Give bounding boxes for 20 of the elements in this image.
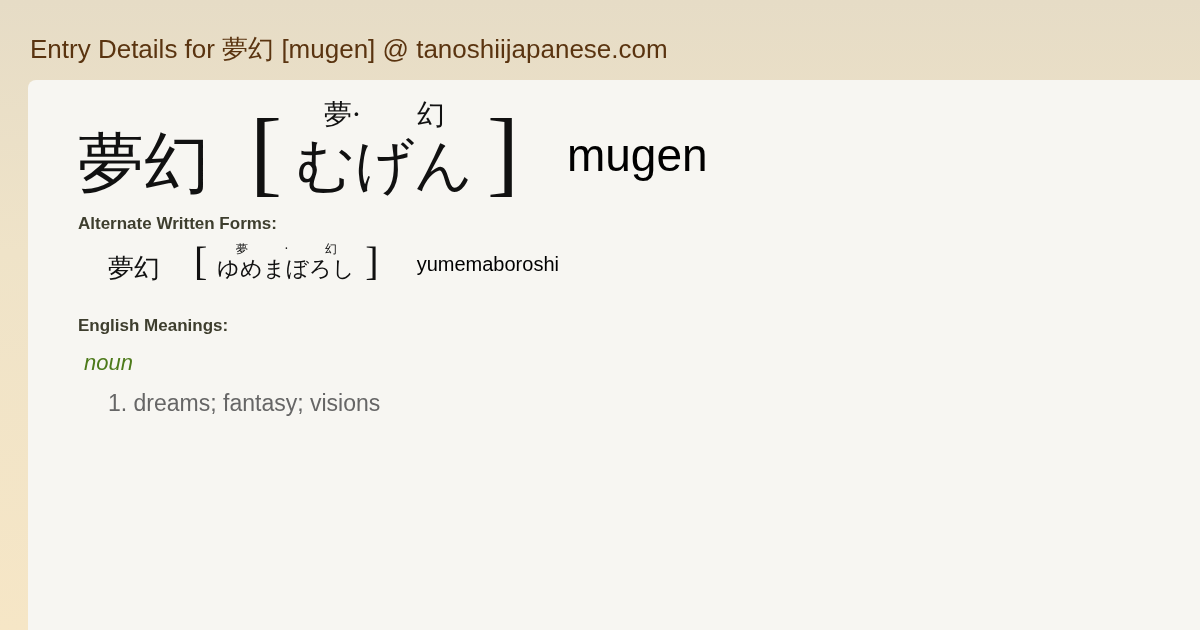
- furigana: 幻: [324, 242, 337, 256]
- furigana: 幻: [416, 100, 445, 131]
- section-heading: Alternate Written Forms:: [78, 214, 278, 235]
- open-bracket: [: [194, 242, 208, 283]
- furigana: 夢: [235, 242, 248, 256]
- furigana: ·: [284, 242, 289, 256]
- page-title: Entry Details for 夢幻 [mugen] @ tanoshiijapanese.com: [29, 33, 669, 66]
- close-bracket: ]: [365, 242, 379, 283]
- kana-reading: むげん: [295, 130, 473, 201]
- furigana: 夢·: [324, 100, 361, 131]
- meaning-text: 1. dreams; fantasy; visions: [108, 390, 382, 418]
- part-of-speech: noun: [84, 350, 134, 377]
- kanji-headword: 夢幻: [78, 127, 210, 201]
- kana-reading: ゆめまぼろし: [217, 256, 356, 283]
- close-bracket: ]: [486, 104, 519, 201]
- section-heading: English Meanings:: [78, 316, 230, 337]
- romaji-reading: mugen: [566, 128, 708, 184]
- open-bracket: [: [250, 104, 282, 201]
- romaji-reading: yumemaboroshi: [416, 253, 559, 278]
- kanji-headword: 夢幻: [108, 253, 160, 283]
